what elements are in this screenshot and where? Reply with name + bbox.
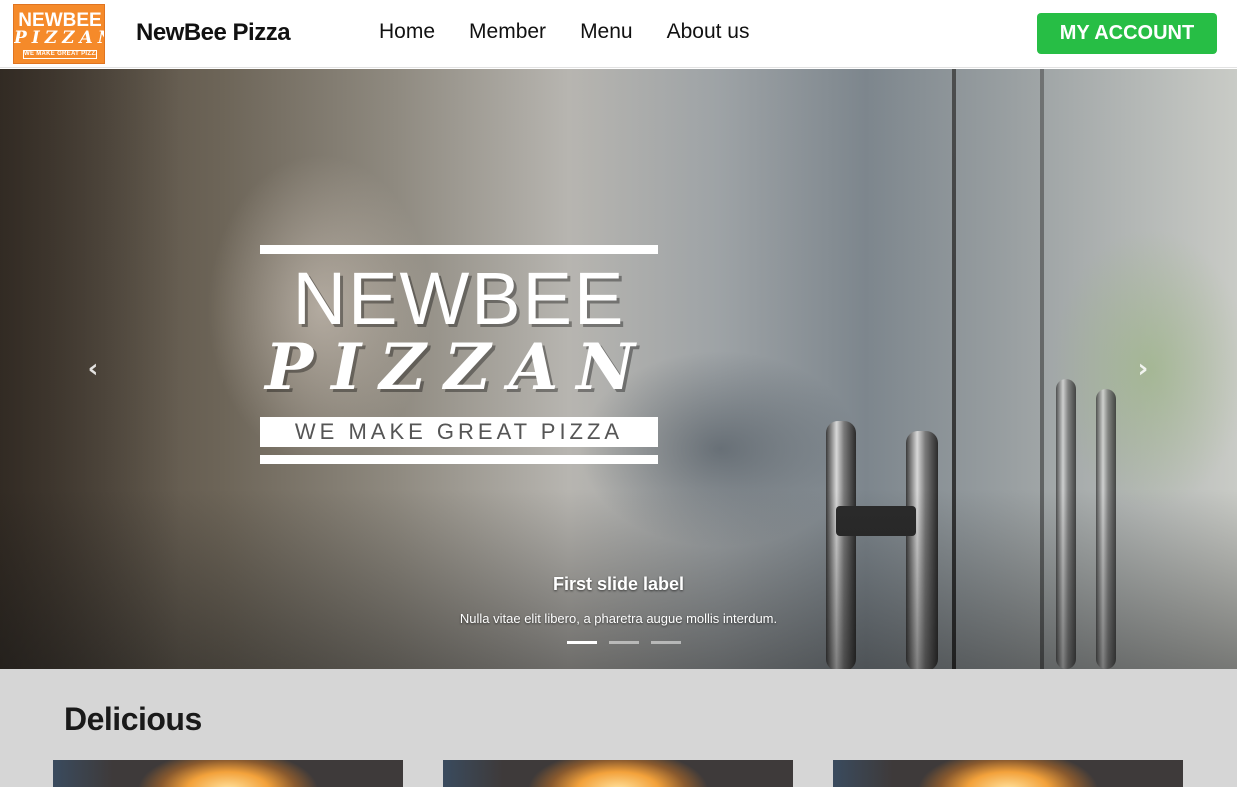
chevron-right-icon[interactable]: ›	[1128, 351, 1158, 387]
brand-logo[interactable]: NEWBEE PIZZAN WE MAKE GREAT PIZZA	[13, 4, 105, 64]
hero-carousel: NEWBEE PIZZAN WE MAKE GREAT PIZZA ‹ › Fi…	[0, 69, 1237, 669]
slide-logo-line2: PIZZAN	[265, 330, 653, 405]
carousel-indicator[interactable]	[651, 641, 681, 644]
logo-line2: PIZZAN	[14, 28, 104, 48]
carousel-indicator[interactable]	[567, 641, 597, 644]
delicious-section: Delicious	[0, 669, 1237, 787]
pizza-card-image[interactable]	[443, 760, 793, 787]
nav-link-home[interactable]: Home	[379, 18, 435, 46]
brand-name[interactable]: NewBee Pizza	[136, 18, 291, 48]
chevron-left-icon[interactable]: ‹	[78, 351, 108, 387]
pizza-card-image[interactable]	[53, 760, 403, 787]
nav-link-menu[interactable]: Menu	[580, 18, 633, 46]
carousel-indicator[interactable]	[609, 641, 639, 644]
my-account-button[interactable]: MY ACCOUNT	[1037, 13, 1217, 54]
carousel-indicators	[567, 641, 693, 644]
slide-caption-text: Nulla vitae elit libero, a pharetra augu…	[459, 611, 778, 626]
slide-caption-title: First slide label	[552, 574, 685, 594]
nav-link-about-us[interactable]: About us	[667, 18, 750, 46]
logo-tagline: WE MAKE GREAT PIZZA	[23, 50, 97, 59]
slide-logo-tagline: WE MAKE GREAT PIZZA	[260, 417, 658, 447]
nav-links: Home Member Menu About us	[379, 18, 784, 46]
section-title: Delicious	[64, 701, 202, 737]
navbar: NEWBEE PIZZAN WE MAKE GREAT PIZZA NewBee…	[0, 0, 1237, 68]
slide-logo-line1: NEWBEE	[292, 257, 626, 340]
nav-link-member[interactable]: Member	[469, 18, 546, 46]
pizza-card-image[interactable]	[833, 760, 1183, 787]
slide-logo: NEWBEE PIZZAN WE MAKE GREAT PIZZA	[260, 245, 658, 467]
